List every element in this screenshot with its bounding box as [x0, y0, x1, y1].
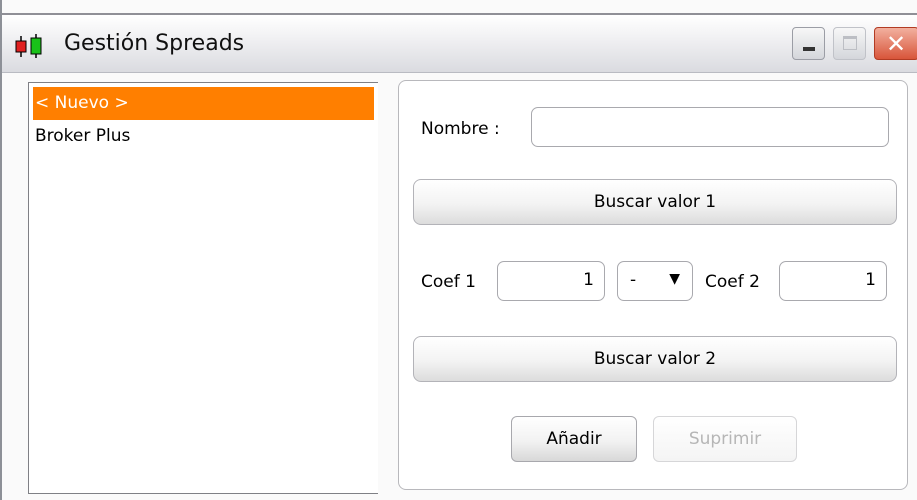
buscar-valor-1-button[interactable]: Buscar valor 1 — [413, 179, 897, 225]
close-button[interactable]: ✕ — [874, 27, 917, 60]
dropdown-arrow-icon: ▼ — [669, 271, 680, 287]
anadir-button[interactable]: Añadir — [511, 416, 637, 462]
maximize-icon — [843, 36, 857, 50]
coef1-label: Coef 1 — [421, 272, 476, 292]
coef2-value: 1 — [865, 270, 876, 290]
window: Gestión Spreads ✕ < Nuevo > Broker Plus … — [0, 0, 917, 500]
buscar-valor-2-button[interactable]: Buscar valor 2 — [413, 336, 897, 382]
maximize-button — [833, 27, 866, 60]
operator-value: - — [630, 270, 637, 290]
coef2-input[interactable]: 1 — [779, 261, 887, 301]
minimize-icon — [803, 47, 815, 51]
coef1-value: 1 — [583, 270, 594, 290]
candlestick-icon — [15, 34, 42, 58]
nombre-label: Nombre : — [421, 119, 500, 139]
spread-list[interactable]: < Nuevo > Broker Plus — [28, 82, 378, 494]
coef1-input[interactable]: 1 — [497, 261, 605, 301]
spread-form-panel: Nombre : Buscar valor 1 Coef 1 1 - ▼ Coe… — [398, 80, 908, 490]
close-icon: ✕ — [886, 30, 907, 58]
list-item-nuevo[interactable]: < Nuevo > — [33, 87, 374, 120]
list-item-broker-plus[interactable]: Broker Plus — [29, 120, 378, 153]
window-title: Gestión Spreads — [64, 31, 245, 56]
title-bar[interactable]: Gestión Spreads ✕ — [2, 13, 917, 73]
suprimir-button: Suprimir — [653, 416, 797, 462]
minimize-button[interactable] — [792, 27, 825, 60]
coef2-label: Coef 2 — [705, 272, 760, 292]
operator-select[interactable]: - ▼ — [617, 261, 693, 301]
nombre-input[interactable] — [531, 107, 889, 147]
